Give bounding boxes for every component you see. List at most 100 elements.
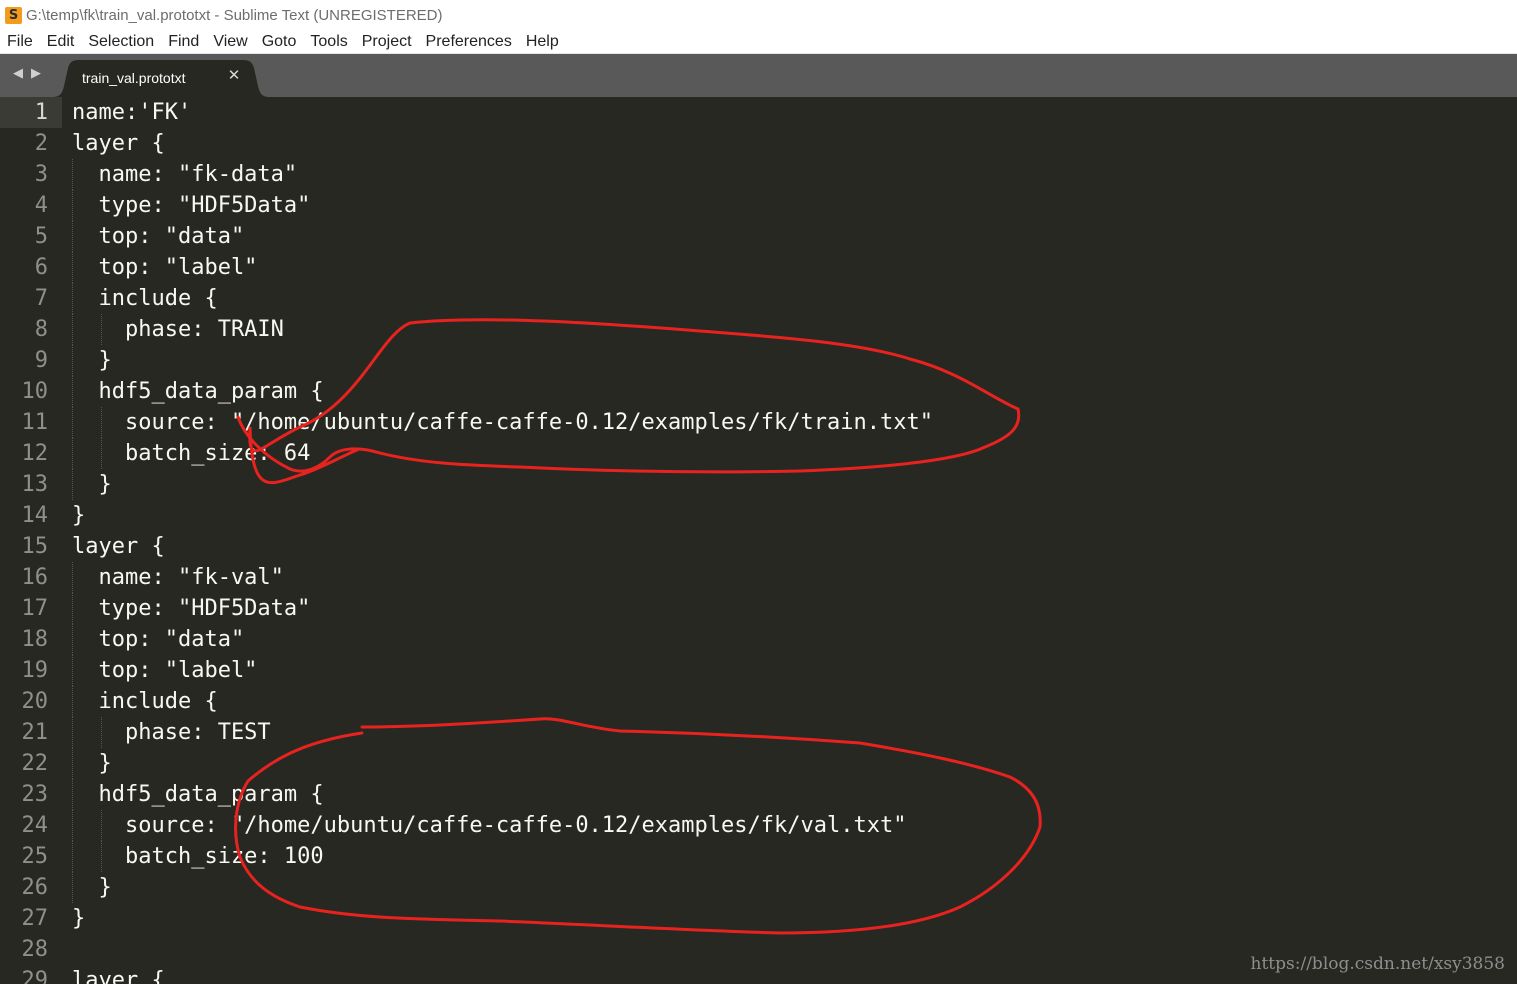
code-line[interactable]: 7 include { [0, 283, 1517, 314]
code-text[interactable]: phase: TRAIN [72, 314, 284, 345]
tab-bar: ◀ ▶ train_val.prototxt ✕ [0, 54, 1517, 97]
line-number: 7 [34, 286, 48, 311]
code-text[interactable]: hdf5_data_param { [72, 779, 323, 810]
indent-guide [72, 438, 73, 469]
menu-preferences[interactable]: Preferences [419, 30, 519, 54]
indent-guide [72, 376, 73, 407]
code-line[interactable]: 27} [0, 903, 1517, 934]
line-number: 18 [21, 627, 49, 652]
line-number: 21 [21, 720, 49, 745]
menu-project[interactable]: Project [355, 30, 419, 54]
code-text[interactable]: } [72, 345, 111, 376]
code-text[interactable]: top: "data" [72, 624, 244, 655]
code-line[interactable]: 17 type: "HDF5Data" [0, 593, 1517, 624]
line-number: 11 [21, 410, 49, 435]
code-line[interactable]: 19 top: "label" [0, 655, 1517, 686]
code-text[interactable]: batch_size: 100 [72, 841, 324, 872]
code-line[interactable]: 4 type: "HDF5Data" [0, 190, 1517, 221]
code-line[interactable]: 14} [0, 500, 1517, 531]
code-text[interactable]: hdf5_data_param { [72, 376, 323, 407]
code-text[interactable]: name: "fk-val" [72, 562, 283, 593]
code-line[interactable]: 21 phase: TEST [0, 717, 1517, 748]
line-number: 29 [21, 968, 49, 984]
indent-guide [72, 686, 73, 717]
code-line[interactable]: 10 hdf5_data_param { [0, 376, 1517, 407]
code-text[interactable]: include { [72, 283, 217, 314]
menu-tools[interactable]: Tools [303, 30, 354, 54]
menu-help[interactable]: Help [519, 30, 566, 54]
line-number: 4 [34, 193, 48, 218]
code-text[interactable]: layer { [72, 128, 165, 159]
indent-guide [100, 407, 102, 438]
code-text[interactable]: name:'FK' [72, 97, 191, 128]
code-text[interactable]: batch_size: 64 [72, 438, 310, 469]
line-number: 20 [21, 689, 49, 714]
code-line[interactable]: 24 source: "/home/ubuntu/caffe-caffe-0.1… [0, 810, 1517, 841]
code-text[interactable]: source: "/home/ubuntu/caffe-caffe-0.12/e… [72, 407, 933, 438]
code-text[interactable]: type: "HDF5Data" [72, 190, 310, 221]
menu-view[interactable]: View [206, 30, 254, 54]
code-line[interactable]: 6 top: "label" [0, 252, 1517, 283]
indent-guide [72, 562, 73, 593]
tab-navigation: ◀ ▶ [12, 66, 42, 82]
indent-guide [100, 438, 102, 469]
code-text[interactable]: top: "label" [72, 252, 257, 283]
code-text[interactable]: layer { [72, 531, 165, 562]
code-text[interactable]: top: "label" [72, 655, 257, 686]
code-line[interactable]: 25 batch_size: 100 [0, 841, 1517, 872]
code-text[interactable]: name: "fk-data" [72, 159, 297, 190]
menu-find[interactable]: Find [161, 30, 206, 54]
indent-guide [72, 593, 73, 624]
watermark: https://blog.csdn.net/xsy3858 [1250, 954, 1505, 974]
menu-selection[interactable]: Selection [81, 30, 161, 54]
code-line[interactable]: 20 include { [0, 686, 1517, 717]
line-number: 13 [21, 472, 49, 497]
line-number: 6 [34, 255, 48, 280]
line-number: 12 [21, 441, 49, 466]
indent-guide [72, 469, 73, 500]
code-line[interactable]: 8 phase: TRAIN [0, 314, 1517, 345]
menu-file[interactable]: File [0, 30, 40, 54]
indent-guide [72, 221, 73, 252]
code-line[interactable]: 23 hdf5_data_param { [0, 779, 1517, 810]
code-text[interactable]: } [72, 872, 111, 903]
code-line[interactable]: 22 } [0, 748, 1517, 779]
code-text[interactable]: type: "HDF5Data" [72, 593, 310, 624]
code-text[interactable]: include { [72, 686, 217, 717]
code-line[interactable]: 13 } [0, 469, 1517, 500]
code-line[interactable]: 16 name: "fk-val" [0, 562, 1517, 593]
code-text[interactable]: } [72, 903, 85, 934]
code-line[interactable]: 12 batch_size: 64 [0, 438, 1517, 469]
indent-guide [72, 779, 73, 810]
tab-train-val-prototxt[interactable]: train_val.prototxt ✕ [52, 60, 270, 97]
code-line[interactable]: 11 source: "/home/ubuntu/caffe-caffe-0.1… [0, 407, 1517, 438]
code-line[interactable]: 18 top: "data" [0, 624, 1517, 655]
code-line[interactable]: 5 top: "data" [0, 221, 1517, 252]
code-text[interactable]: layer { [72, 965, 165, 984]
code-line[interactable]: 1 name:'FK' [0, 97, 1517, 128]
chevron-left-icon[interactable]: ◀ [12, 66, 24, 82]
indent-guide [72, 748, 73, 779]
indent-guide [72, 624, 73, 655]
code-line[interactable]: 9 } [0, 345, 1517, 376]
menu-edit[interactable]: Edit [40, 30, 82, 54]
code-editor[interactable]: 1 name:'FK' 2 layer {3 name: "fk-data" 4 typ… [0, 97, 1517, 984]
code-line[interactable]: 15 layer { [0, 531, 1517, 562]
menu-goto[interactable]: Goto [255, 30, 304, 54]
indent-guide [72, 841, 73, 872]
line-number: 10 [21, 379, 49, 404]
chevron-right-icon[interactable]: ▶ [30, 66, 42, 82]
close-icon[interactable]: ✕ [226, 67, 242, 83]
code-text[interactable]: } [72, 748, 111, 779]
code-text[interactable]: source: "/home/ubuntu/caffe-caffe-0.12/e… [72, 810, 906, 841]
line-number: 26 [21, 875, 49, 900]
indent-guide [72, 717, 73, 748]
code-text[interactable]: top: "data" [72, 221, 244, 252]
code-line[interactable]: 2 layer { [0, 128, 1517, 159]
code-line[interactable]: 26 } [0, 872, 1517, 903]
code-text[interactable]: } [72, 469, 111, 500]
line-number: 2 [34, 131, 48, 156]
indent-guide [100, 717, 102, 748]
code-text[interactable]: } [72, 500, 85, 531]
code-line[interactable]: 3 name: "fk-data" [0, 159, 1517, 190]
